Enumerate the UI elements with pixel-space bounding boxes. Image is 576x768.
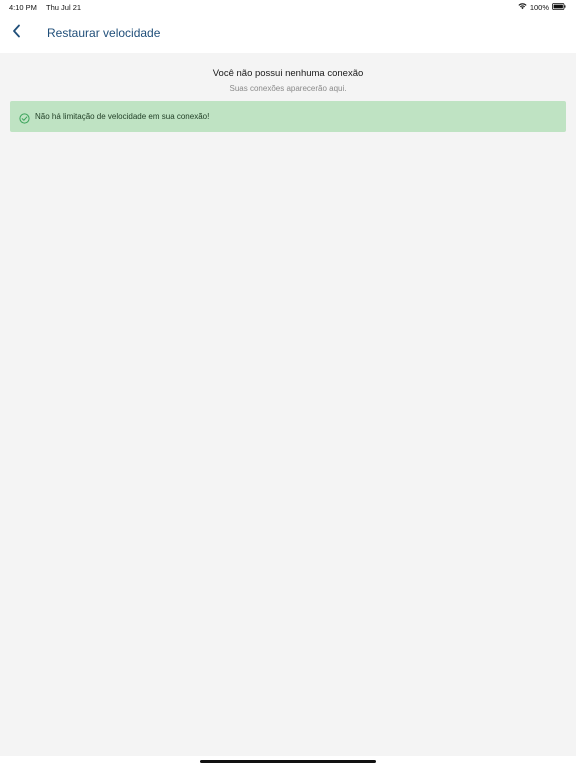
back-button[interactable] [6, 22, 26, 44]
bottom-safe-area [0, 756, 576, 768]
navigation-bar: Restaurar velocidade [0, 14, 576, 53]
page-title: Restaurar velocidade [47, 26, 161, 40]
status-date: Thu Jul 21 [46, 3, 82, 12]
alert-message: Não há limitação de velocidade em sua co… [35, 112, 210, 121]
status-time-date: 4:10 PM Thu Jul 21 [9, 3, 81, 12]
wifi-icon [518, 2, 527, 12]
home-indicator[interactable] [200, 760, 376, 763]
empty-state-subtitle: Suas conexões aparecerão aqui. [229, 84, 347, 93]
status-indicators: 100% [518, 2, 566, 12]
empty-state-title: Você não possui nenhuma conexão [212, 68, 364, 79]
battery-percent: 100% [529, 2, 549, 12]
check-circle-icon [19, 111, 30, 124]
chevron-left-icon [12, 24, 21, 43]
speed-status-alert: Não há limitação de velocidade em sua co… [10, 101, 566, 132]
battery-icon [552, 2, 566, 12]
status-bar: 4:10 PM Thu Jul 21 100% [0, 0, 576, 14]
status-time: 4:10 PM [9, 3, 37, 12]
